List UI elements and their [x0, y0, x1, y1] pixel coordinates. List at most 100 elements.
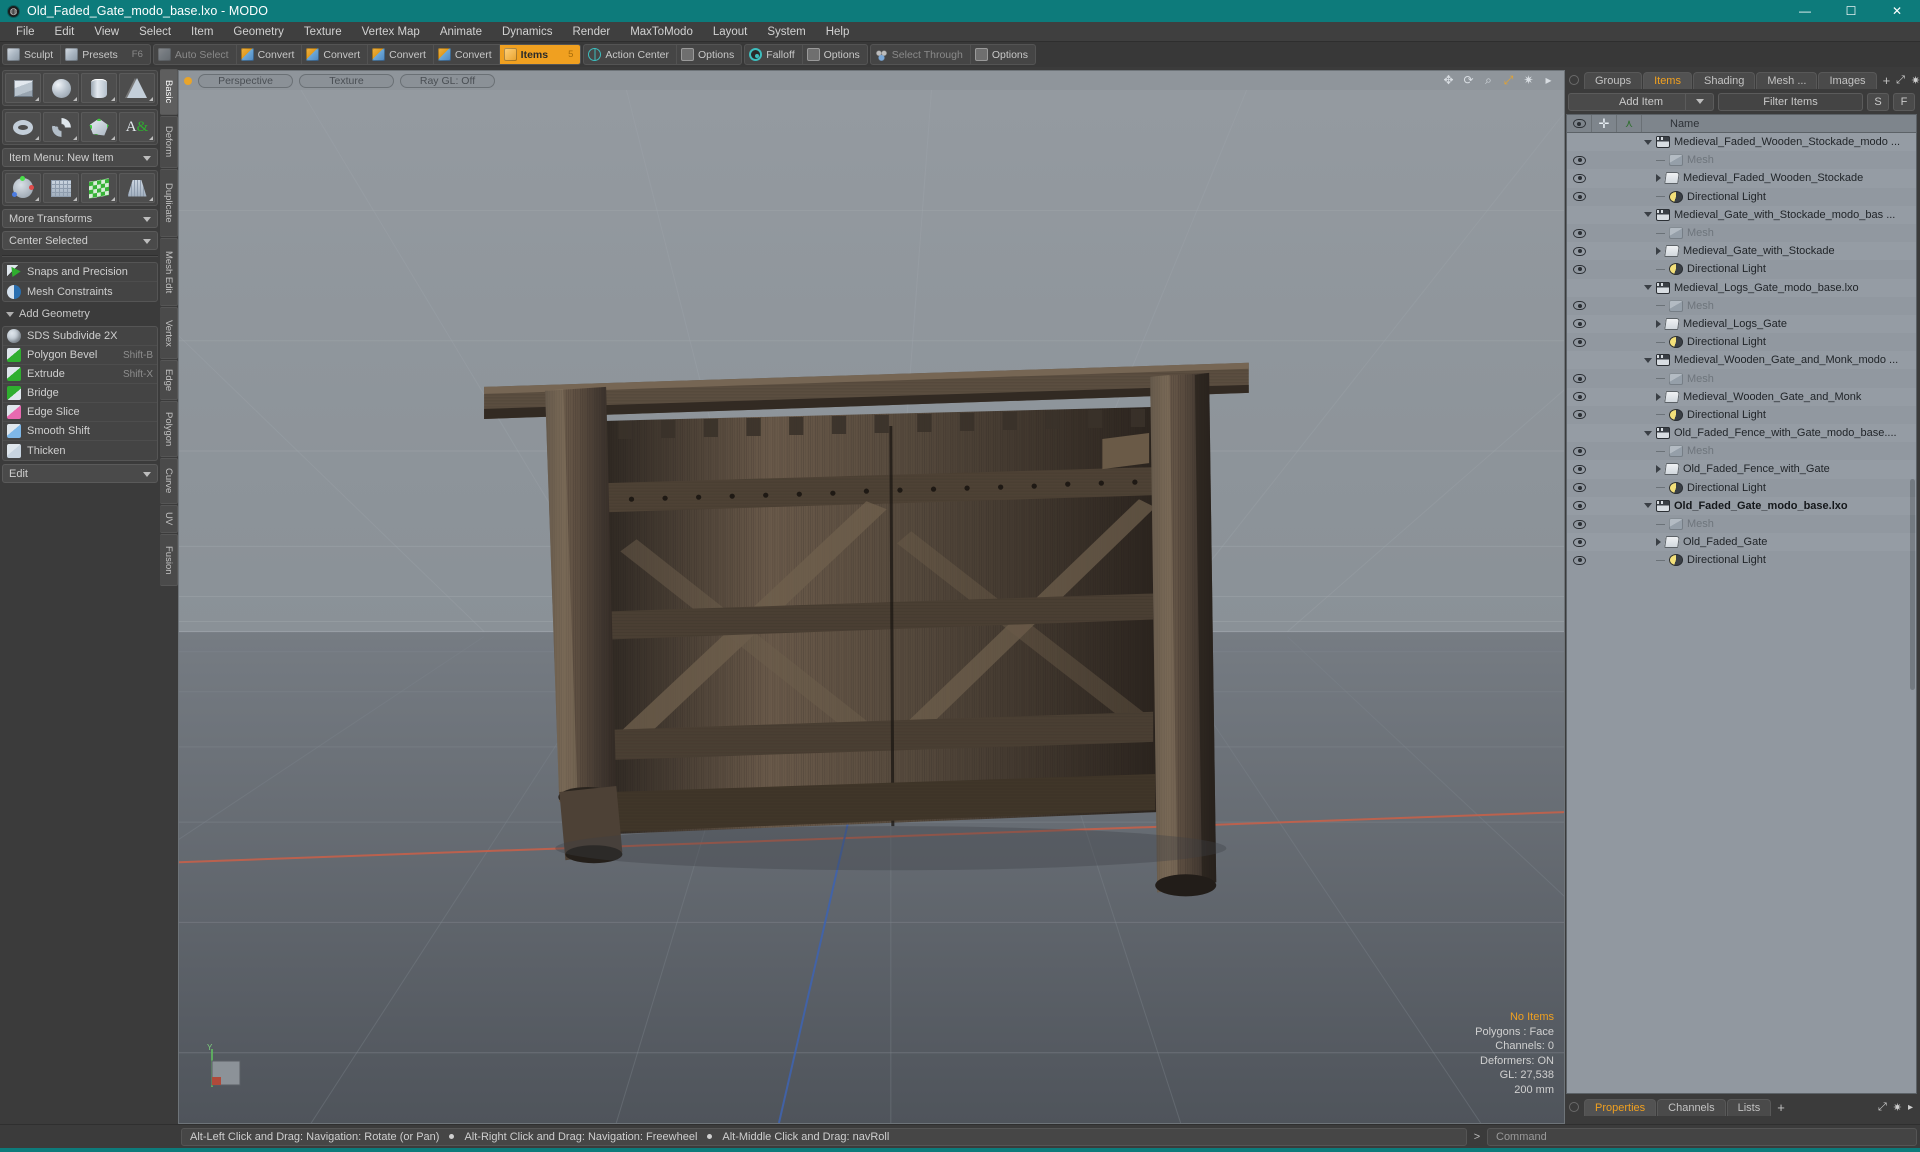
vertical-tab-mesh-edit[interactable]: Mesh Edit [160, 238, 178, 306]
toolbar-button-options-group51[interactable]: Options [971, 45, 1035, 64]
tool-row-thicken[interactable]: Thicken [3, 441, 157, 460]
tree-row[interactable]: Directional Light [1567, 551, 1916, 569]
zoom-icon[interactable]: ⌕ [1482, 74, 1495, 87]
visibility-toggle[interactable] [1567, 555, 1592, 565]
chevron-right-icon[interactable] [1656, 465, 1661, 474]
tree-row-body[interactable]: Medieval_Wooden_Gate_and_Monk [1642, 390, 1916, 403]
visibility-toggle[interactable] [1567, 483, 1592, 493]
menu-item-view[interactable]: View [84, 22, 129, 42]
chevron-down-icon[interactable] [1644, 357, 1652, 363]
add-tab-button[interactable]: + [1878, 72, 1896, 89]
toolbar-button-options-group41[interactable]: Options [803, 45, 867, 64]
tab-channels[interactable]: Channels [1657, 1099, 1726, 1116]
panel-menu-dot-icon[interactable] [1569, 75, 1579, 85]
chevron-down-icon[interactable] [1644, 285, 1652, 291]
tree-row[interactable]: Mesh [1567, 224, 1916, 242]
menu-item-edit[interactable]: Edit [45, 22, 85, 42]
visibility-toggle[interactable] [1567, 501, 1592, 511]
tree-row[interactable]: Mesh [1567, 515, 1916, 533]
gear-icon[interactable]: ✷ [1522, 74, 1535, 87]
tree-row[interactable]: Medieval_Logs_Gate [1567, 314, 1916, 334]
tree-row-body[interactable]: Medieval_Gate_with_Stockade_modo_bas ... [1642, 208, 1916, 221]
tree-row-body[interactable]: Medieval_Logs_Gate_modo_base.lxo [1642, 281, 1916, 294]
menu-item-help[interactable]: Help [816, 22, 860, 42]
add-item-button[interactable]: Add Item [1568, 92, 1714, 111]
viewport-projection-selector[interactable]: Perspective [198, 73, 293, 88]
viewport-menu-dot-icon[interactable] [184, 76, 192, 85]
toolbar-button-convert-group22[interactable]: Convert [302, 45, 369, 64]
vertical-tab-deform[interactable]: Deform [160, 116, 178, 168]
tree-row-body[interactable]: Directional Light [1642, 263, 1916, 276]
toolbar-button-convert-group24[interactable]: Convert [434, 45, 500, 64]
chevron-down-icon[interactable] [1644, 503, 1652, 509]
tree-row[interactable]: Medieval_Wooden_Gate_and_Monk_modo ... [1567, 351, 1916, 370]
vertical-tab-polygon[interactable]: Polygon [160, 401, 178, 457]
edit-dropdown[interactable]: Edit [2, 464, 158, 483]
menu-item-item[interactable]: Item [181, 22, 223, 42]
menu-item-animate[interactable]: Animate [430, 22, 492, 42]
tree-row[interactable]: Medieval_Logs_Gate_modo_base.lxo [1567, 278, 1916, 297]
pan-icon[interactable]: ✥ [1442, 74, 1455, 87]
sphere-primitive[interactable] [43, 73, 79, 103]
menu-item-layout[interactable]: Layout [703, 22, 758, 42]
tree-row-body[interactable]: Old_Faded_Gate_modo_base.lxo [1642, 499, 1916, 512]
menu-item-texture[interactable]: Texture [294, 22, 352, 42]
tree-row[interactable]: Old_Faded_Gate_modo_base.lxo [1567, 496, 1916, 515]
tree-row-body[interactable]: Old_Faded_Gate [1642, 536, 1916, 549]
toolbar-button-select-through-group50[interactable]: Select Through [871, 45, 971, 64]
spiral-primitive[interactable] [43, 112, 79, 142]
panel-menu-dot-icon[interactable] [1569, 1102, 1579, 1112]
tree-row-body[interactable]: Mesh [1642, 299, 1916, 312]
gear-icon[interactable]: ✷ [1893, 1101, 1902, 1114]
menu-item-vertex-map[interactable]: Vertex Map [352, 22, 430, 42]
transform-gizmo-tool[interactable] [5, 173, 41, 203]
tree-row-body[interactable]: Medieval_Gate_with_Stockade [1642, 245, 1916, 258]
minimize-button[interactable]: — [1782, 0, 1828, 22]
taper-tool[interactable] [119, 173, 155, 203]
tab-properties[interactable]: Properties [1584, 1099, 1657, 1116]
visibility-toggle[interactable] [1567, 374, 1592, 384]
menu-item-file[interactable]: File [6, 22, 45, 42]
visibility-toggle[interactable] [1567, 192, 1592, 202]
tree-row[interactable]: Directional Light [1567, 188, 1916, 206]
tree-row-body[interactable]: Medieval_Logs_Gate [1642, 317, 1916, 330]
tree-row-body[interactable]: Medieval_Faded_Wooden_Stockade [1642, 172, 1916, 185]
tree-row[interactable]: Old_Faded_Fence_with_Gate_modo_base.... [1567, 424, 1916, 443]
toolbar-button-auto-select-group20[interactable]: Auto Select [154, 45, 237, 64]
chevron-right-icon[interactable] [1656, 247, 1661, 256]
axis-gizmo[interactable]: Y [201, 1043, 245, 1093]
tree-row[interactable]: Directional Light [1567, 260, 1916, 278]
menu-item-select[interactable]: Select [129, 22, 181, 42]
tab-images[interactable]: Images [1818, 72, 1877, 89]
tab-mesh-[interactable]: Mesh ... [1756, 72, 1818, 89]
maximize-button[interactable]: ☐ [1828, 0, 1874, 22]
close-button[interactable]: ✕ [1874, 0, 1920, 22]
command-input[interactable]: Command [1487, 1127, 1917, 1146]
tab-items[interactable]: Items [1643, 72, 1692, 89]
vertical-tab-edge[interactable]: Edge [160, 360, 178, 400]
vertical-tab-duplicate[interactable]: Duplicate [160, 169, 178, 237]
tab-shading[interactable]: Shading [1692, 72, 1756, 89]
toolbar-button-items-group25[interactable]: Items 5 [499, 45, 581, 64]
tool-row-snaps-and-precision[interactable]: Snaps and Precision [3, 263, 157, 282]
twist-tool[interactable] [81, 173, 117, 203]
tree-row-body[interactable]: Mesh [1642, 154, 1916, 167]
tree-row-body[interactable]: Directional Light [1642, 408, 1916, 421]
more-transforms-dropdown[interactable]: More Transforms [2, 209, 158, 228]
chevron-right-icon[interactable] [1656, 392, 1661, 401]
visibility-toggle[interactable] [1567, 537, 1592, 547]
viewport-shading-selector[interactable]: Texture [299, 73, 394, 88]
tree-row-body[interactable]: Old_Faded_Fence_with_Gate_modo_base.... [1642, 427, 1916, 440]
chevron-down-icon[interactable] [1644, 212, 1652, 218]
tree-row-body[interactable]: Directional Light [1642, 190, 1916, 203]
vertical-tab-basic[interactable]: Basic [160, 69, 178, 115]
chevron-down-icon[interactable] [1644, 139, 1652, 145]
tree-row-body[interactable]: Directional Light [1642, 336, 1916, 349]
toolbar-button-convert-group21[interactable]: Convert [237, 45, 303, 64]
rotate-icon[interactable]: ⟳ [1462, 74, 1475, 87]
expand-icon[interactable]: ⤢ [1896, 74, 1905, 87]
expand-icon[interactable]: ⤢ [1878, 1101, 1887, 1114]
visibility-toggle[interactable] [1567, 228, 1592, 238]
visibility-toggle[interactable] [1567, 410, 1592, 420]
visibility-toggle[interactable] [1567, 337, 1592, 347]
